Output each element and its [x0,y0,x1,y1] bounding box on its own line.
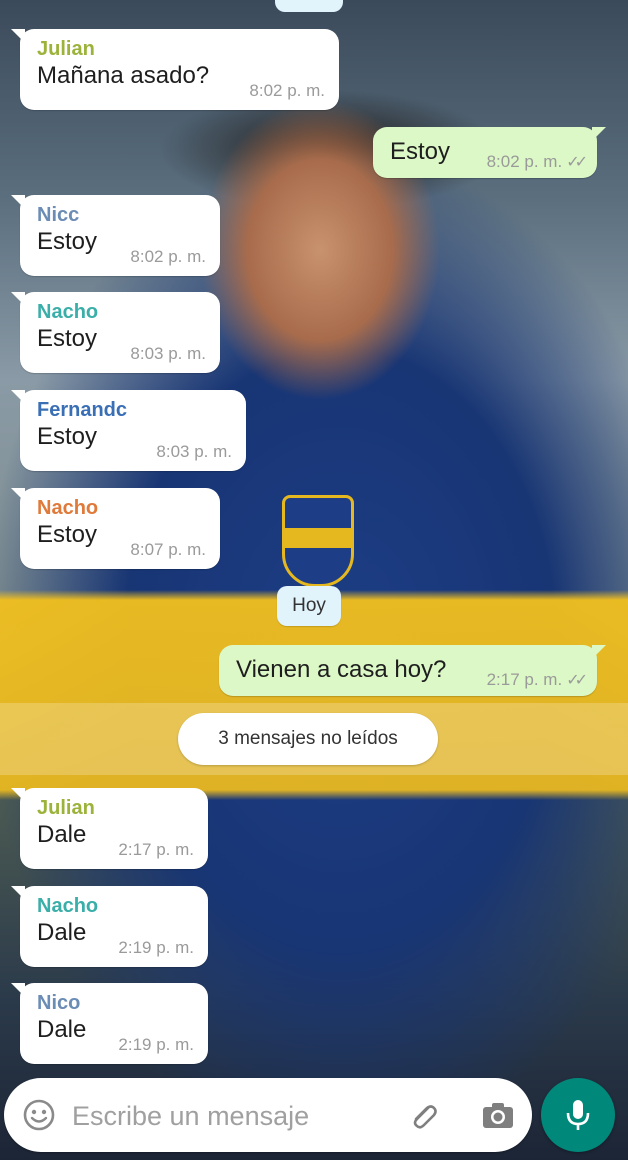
message-composer: Escribe un mensaje [4,1078,532,1152]
message-text: Estoy [37,423,98,450]
date-divider: Hoy [277,586,341,626]
message-bubble[interactable]: Nicc Estoy 8:02 p. m. [11,195,220,276]
paperclip-icon[interactable] [406,1098,440,1132]
message-bubble[interactable]: Nico Dale 2:19 p. m. [11,983,208,1064]
message-sender: Fernandc [37,399,128,421]
wallpaper-crest [282,495,354,587]
emoji-icon[interactable] [22,1098,56,1132]
message-time: 8:02 p. m. [486,152,563,171]
message-bubble[interactable]: Julian Mañana asado? 8:02 p. m. [11,29,339,110]
microphone-icon [566,1100,590,1130]
message-text: Estoy [37,228,98,255]
message-time: 8:03 p. m. [156,442,232,461]
message-bubble[interactable]: Nacho Estoy 8:07 p. m. [11,488,220,569]
message-input[interactable]: Escribe un mensaje [72,1100,309,1132]
message-text: Estoy [37,521,98,548]
message-text: Estoy [37,325,98,352]
message-text: Dale [37,919,87,946]
message-sender: Julian [37,38,95,60]
message-bubble[interactable]: Julian Dale 2:17 p. m. [11,788,208,869]
message-time: 8:07 p. m. [130,540,206,559]
message-bubble[interactable]: Nacho Dale 2:19 p. m. [11,886,208,967]
message-text: Dale [37,821,87,848]
message-bubble-outgoing[interactable]: Vienen a casa hoy? 2:17 p. m. ✓✓ [219,645,606,696]
message-time: 2:19 p. m. [118,938,194,957]
message-sender: Nico [37,992,81,1014]
camera-icon[interactable] [480,1098,516,1132]
message-sender: Nacho [37,301,99,323]
double-check-icon: ✓✓ [566,154,588,171]
message-sender: Nicc [37,204,80,226]
microphone-button[interactable] [541,1078,615,1152]
message-bubble-outgoing[interactable]: Estoy 8:02 p. m. ✓✓ [373,127,606,178]
message-text: Estoy [390,138,451,165]
double-check-icon: ✓✓ [566,672,588,689]
message-sender: Julian [37,797,95,819]
unread-messages-divider: 3 mensajes no leídos [178,713,438,765]
message-time: 8:02 p. m. [249,81,325,100]
message-bubble[interactable]: Nacho Estoy 8:03 p. m. [11,292,220,373]
message-text: Mañana asado? [37,62,210,89]
message-time: 2:17 p. m. [486,670,563,689]
message-text: Vienen a casa hoy? [236,656,447,683]
message-bubble[interactable]: Fernandc Estoy 8:03 p. m. [11,390,246,471]
message-sender: Nacho [37,895,99,917]
message-text: Dale [37,1016,87,1043]
message-time: 8:02 p. m. [130,247,206,266]
message-time: 2:19 p. m. [118,1035,194,1054]
date-pill-partial [275,0,343,12]
message-time: 8:03 p. m. [130,344,206,363]
message-time: 2:17 p. m. [118,840,194,859]
message-sender: Nacho [37,497,99,519]
